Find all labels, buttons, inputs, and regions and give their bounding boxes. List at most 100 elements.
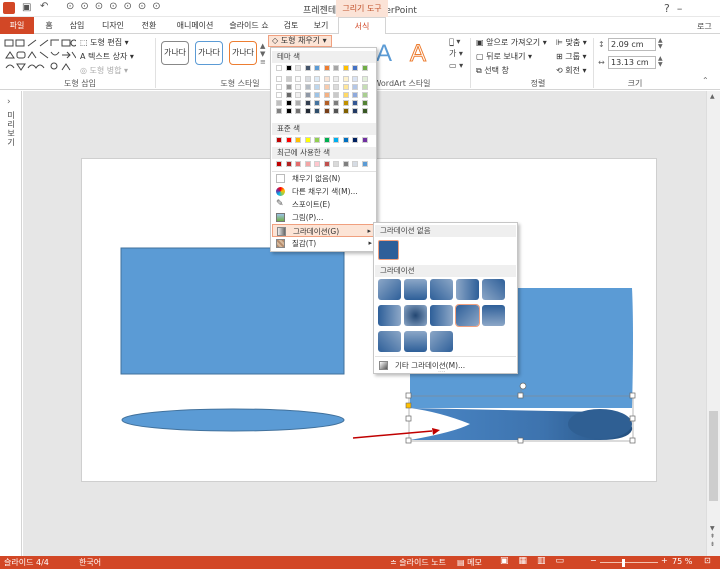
- theme-color-swatch[interactable]: [323, 92, 330, 98]
- comments-button[interactable]: ▤ 메모: [457, 557, 482, 568]
- theme-color-swatch[interactable]: [314, 92, 320, 98]
- theme-color-swatch[interactable]: [295, 100, 301, 106]
- theme-color-swatch[interactable]: [276, 108, 282, 114]
- theme-color-swatch[interactable]: [342, 65, 349, 71]
- scroll-thumb[interactable]: [709, 411, 718, 501]
- standard-color-swatch[interactable]: [295, 137, 301, 143]
- theme-color-swatch[interactable]: [333, 65, 339, 71]
- gradient-variant-swatch[interactable]: [430, 305, 453, 326]
- standard-color-swatch[interactable]: [323, 137, 330, 143]
- recent-color-swatch[interactable]: [342, 161, 349, 167]
- theme-color-swatch[interactable]: [314, 108, 320, 114]
- standard-color-swatch[interactable]: [304, 137, 311, 143]
- theme-color-swatch[interactable]: [304, 76, 311, 82]
- theme-color-swatch[interactable]: [314, 84, 320, 90]
- recent-color-swatch[interactable]: [361, 161, 368, 167]
- theme-color-swatch[interactable]: [352, 100, 358, 106]
- gradient-variants-grid[interactable]: [376, 279, 516, 355]
- theme-color-swatch[interactable]: [304, 92, 311, 98]
- theme-color-swatch[interactable]: [352, 65, 358, 71]
- recent-color-swatch[interactable]: [276, 161, 282, 167]
- theme-color-swatch[interactable]: [276, 100, 282, 106]
- theme-color-swatch[interactable]: [342, 108, 349, 114]
- theme-color-swatch[interactable]: [342, 92, 349, 98]
- view-buttons[interactable]: ▣▦▥▭: [500, 556, 574, 566]
- theme-color-swatch[interactable]: [314, 76, 320, 82]
- scroll-up-icon[interactable]: ▲: [710, 93, 715, 100]
- theme-color-swatch[interactable]: [295, 65, 301, 71]
- theme-color-swatch[interactable]: [361, 108, 368, 114]
- theme-color-swatch[interactable]: [342, 100, 349, 106]
- gradient-fill-item[interactable]: 그라데이션(G) ▸: [272, 224, 376, 237]
- theme-color-swatch[interactable]: [285, 92, 292, 98]
- gradient-variant-swatch[interactable]: [430, 331, 453, 352]
- theme-color-swatch[interactable]: [295, 84, 301, 90]
- theme-color-swatch[interactable]: [323, 84, 330, 90]
- theme-color-swatch[interactable]: [304, 84, 311, 90]
- theme-color-swatch[interactable]: [285, 84, 292, 90]
- adjust-handle[interactable]: [405, 402, 412, 409]
- standard-color-row[interactable]: [276, 137, 376, 145]
- theme-color-swatch[interactable]: [276, 92, 282, 98]
- theme-color-swatch[interactable]: [295, 108, 301, 114]
- fit-slide-icon[interactable]: ⊡: [704, 556, 711, 565]
- language-indicator[interactable]: 한국어: [79, 557, 101, 568]
- theme-color-swatch[interactable]: [361, 84, 368, 90]
- gradient-variant-swatch[interactable]: [404, 331, 427, 352]
- theme-color-swatch[interactable]: [304, 65, 311, 71]
- theme-color-swatch[interactable]: [285, 65, 292, 71]
- recent-color-swatch[interactable]: [285, 161, 292, 167]
- gradient-variant-swatch[interactable]: [455, 304, 480, 327]
- gradient-variant-swatch[interactable]: [404, 279, 427, 300]
- vertical-scrollbar[interactable]: ▲ ▼ ⇞ ⇟: [706, 91, 720, 556]
- gradient-variant-swatch[interactable]: [378, 305, 401, 326]
- zoom-slider-thumb[interactable]: [622, 559, 625, 567]
- theme-color-swatch[interactable]: [276, 84, 282, 90]
- gradient-variant-swatch[interactable]: [404, 305, 427, 326]
- zoom-slider[interactable]: [600, 562, 658, 563]
- recent-color-swatch[interactable]: [333, 161, 339, 167]
- recent-color-swatch[interactable]: [304, 161, 311, 167]
- theme-color-swatch[interactable]: [304, 108, 311, 114]
- theme-color-swatch[interactable]: [361, 65, 368, 71]
- theme-color-swatch[interactable]: [304, 100, 311, 106]
- standard-color-swatch[interactable]: [276, 137, 282, 143]
- theme-color-swatch[interactable]: [361, 76, 368, 82]
- standard-color-swatch[interactable]: [314, 137, 320, 143]
- standard-color-swatch[interactable]: [285, 137, 292, 143]
- theme-color-swatch[interactable]: [361, 92, 368, 98]
- gradient-variant-swatch[interactable]: [430, 279, 453, 300]
- gradient-variant-swatch[interactable]: [378, 331, 401, 352]
- theme-color-swatch[interactable]: [352, 84, 358, 90]
- recent-color-swatch[interactable]: [295, 161, 301, 167]
- zoom-level[interactable]: 75 %: [672, 557, 692, 566]
- theme-color-swatch[interactable]: [323, 65, 330, 71]
- recent-color-swatch[interactable]: [352, 161, 358, 167]
- recent-color-row[interactable]: [276, 161, 376, 169]
- recent-color-swatch[interactable]: [323, 161, 330, 167]
- theme-color-swatch[interactable]: [342, 84, 349, 90]
- theme-color-swatch[interactable]: [352, 76, 358, 82]
- rectangle-shape[interactable]: [120, 247, 345, 375]
- theme-color-swatch[interactable]: [333, 84, 339, 90]
- theme-color-swatch[interactable]: [295, 76, 301, 82]
- ellipse-shape[interactable]: [121, 408, 345, 432]
- theme-color-swatch[interactable]: [295, 92, 301, 98]
- theme-color-swatch[interactable]: [361, 100, 368, 106]
- eyedropper-item[interactable]: ✎ 스포이트(E): [272, 198, 376, 211]
- theme-color-swatch[interactable]: [276, 65, 282, 71]
- gradient-variant-swatch[interactable]: [482, 279, 505, 300]
- standard-color-swatch[interactable]: [333, 137, 339, 143]
- theme-color-swatch[interactable]: [323, 100, 330, 106]
- recent-color-swatch[interactable]: [314, 161, 320, 167]
- standard-color-swatch[interactable]: [361, 137, 368, 143]
- no-fill-item[interactable]: 채우기 없음(N): [272, 172, 376, 185]
- zoom-in-icon[interactable]: +: [661, 556, 668, 565]
- theme-color-swatch[interactable]: [352, 108, 358, 114]
- gradient-variant-swatch[interactable]: [482, 305, 505, 326]
- theme-color-swatch[interactable]: [333, 108, 339, 114]
- theme-color-swatch[interactable]: [342, 76, 349, 82]
- texture-fill-item[interactable]: 질감(T) ▸: [272, 237, 376, 250]
- gradient-variant-swatch[interactable]: [456, 279, 479, 300]
- theme-color-swatch[interactable]: [333, 92, 339, 98]
